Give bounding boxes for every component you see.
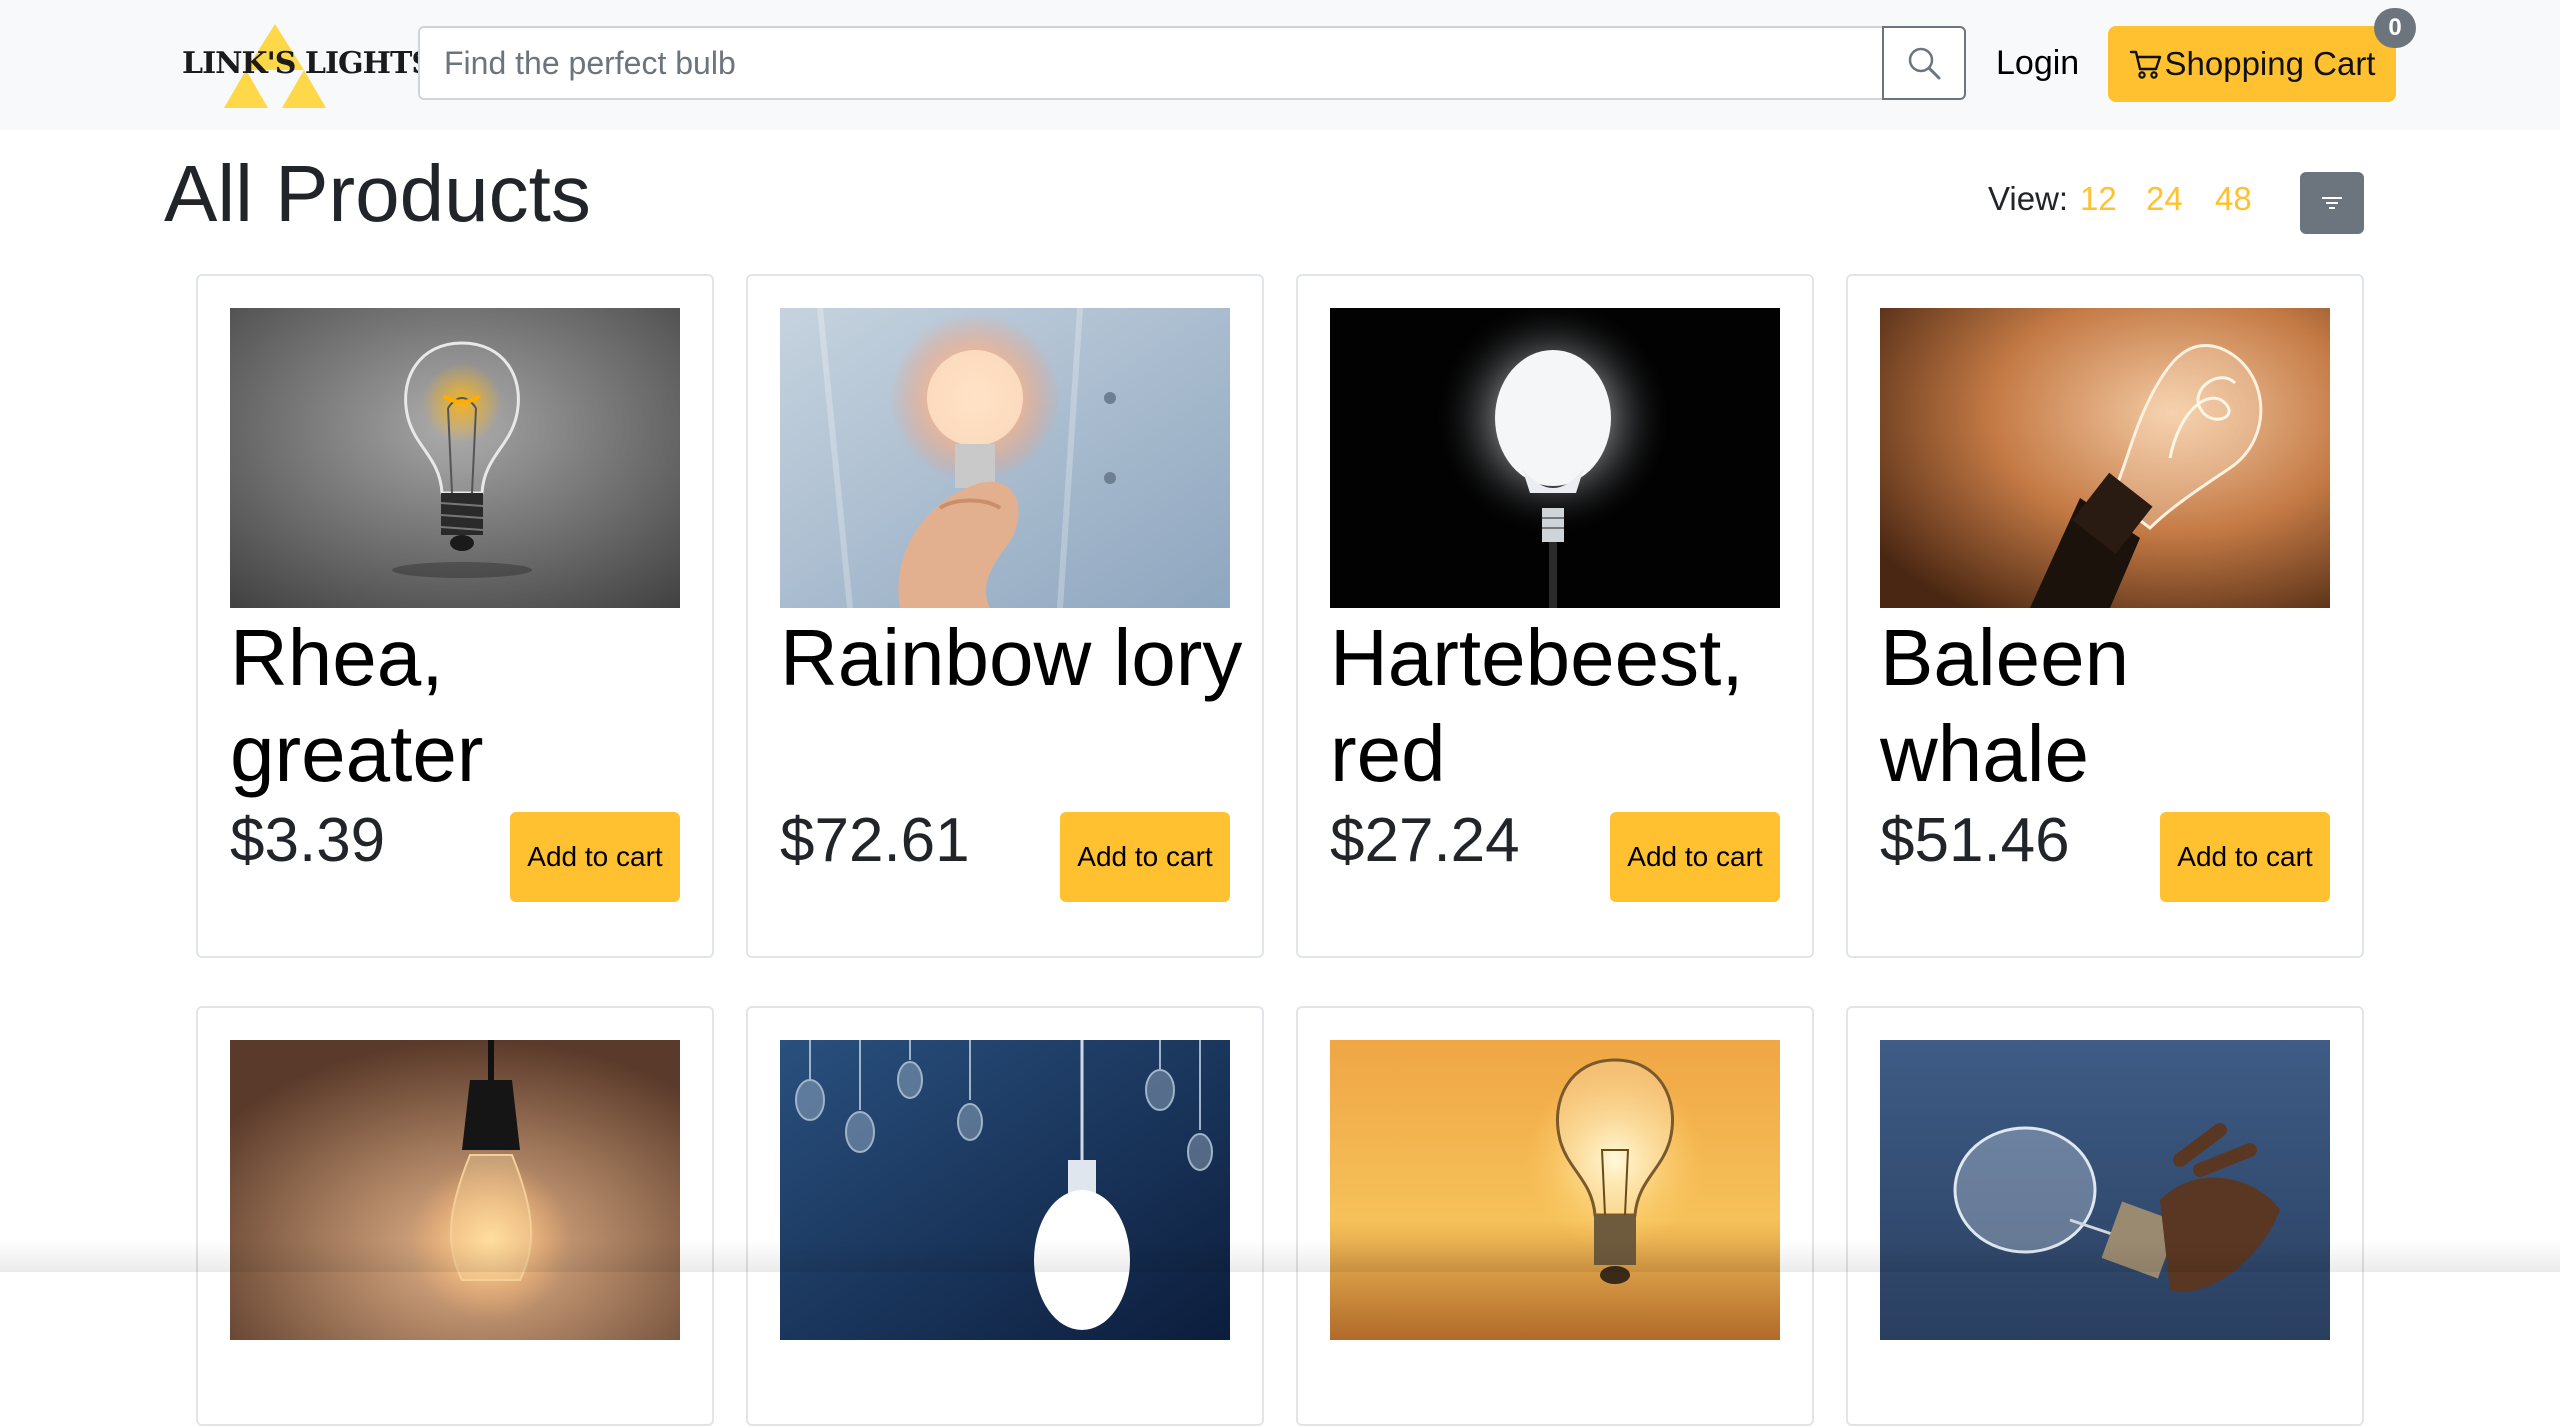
product-name[interactable]: Rhea, greater <box>230 610 700 802</box>
cart-icon <box>2129 50 2161 79</box>
cart-label: Shopping Cart <box>2164 45 2376 82</box>
add-to-cart-button[interactable]: Add to cart <box>2160 812 2330 902</box>
product-image[interactable] <box>230 308 680 608</box>
product-price: $72.61 <box>780 806 970 875</box>
search-input[interactable] <box>418 26 1884 100</box>
product-image[interactable] <box>780 308 1230 608</box>
filter-icon <box>2322 197 2342 209</box>
add-to-cart-button[interactable]: Add to cart <box>510 812 680 902</box>
top-navbar: LINK'S LIGHTS Login Shopping Cart 0 <box>0 0 2560 130</box>
view-option-24[interactable]: 24 <box>2146 180 2183 218</box>
cart-count-badge: 0 <box>2374 8 2416 48</box>
view-option-48[interactable]: 48 <box>2215 180 2252 218</box>
product-card <box>1846 1006 2364 1426</box>
add-to-cart-button[interactable]: Add to cart <box>1610 812 1780 902</box>
search-icon <box>1908 47 1941 80</box>
shopping-cart-button[interactable]: Shopping Cart <box>2108 26 2396 102</box>
product-price: $3.39 <box>230 806 386 875</box>
product-card: Hartebeest, red $27.24 Add to cart <box>1296 274 1814 958</box>
logo-text: LINK'S LIGHTS <box>182 46 433 81</box>
product-image[interactable] <box>1880 308 2330 608</box>
store-logo[interactable]: LINK'S LIGHTS <box>182 20 433 108</box>
view-label: View: <box>1988 180 2069 217</box>
product-card <box>746 1006 1264 1426</box>
product-name[interactable]: Hartebeest, red <box>1330 610 1800 802</box>
product-name[interactable]: Baleen whale <box>1880 610 2350 802</box>
product-name[interactable]: Rainbow lory <box>780 610 1250 706</box>
product-price: $27.24 <box>1330 806 1520 875</box>
product-card: Rhea, greater $3.39 Add to cart <box>196 274 714 958</box>
search-button[interactable] <box>1882 26 1966 100</box>
product-card <box>1296 1006 1814 1426</box>
product-image[interactable] <box>230 1040 680 1340</box>
product-image[interactable] <box>1330 308 1780 608</box>
login-link[interactable]: Login <box>1996 26 2079 100</box>
add-to-cart-button[interactable]: Add to cart <box>1060 812 1230 902</box>
view-option-12[interactable]: 12 <box>2080 180 2117 218</box>
product-card: Rainbow lory $72.61 Add to cart <box>746 274 1264 958</box>
product-card: Baleen whale $51.46 Add to cart <box>1846 274 2364 958</box>
product-price: $51.46 <box>1880 806 2070 875</box>
page-title: All Products <box>164 149 591 238</box>
product-card <box>196 1006 714 1426</box>
viewport-bottom-shadow <box>0 1240 2560 1272</box>
product-image[interactable] <box>1330 1040 1780 1340</box>
filter-button[interactable] <box>2300 172 2364 234</box>
product-image[interactable] <box>1880 1040 2330 1340</box>
product-image[interactable] <box>780 1040 1230 1340</box>
